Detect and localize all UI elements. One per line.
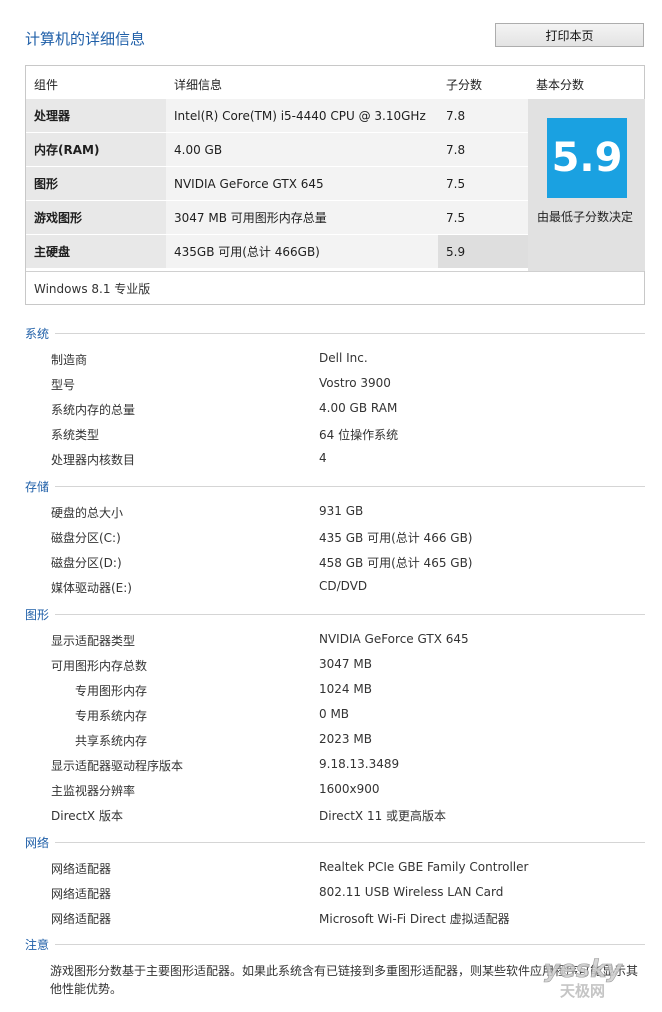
section-network: 网络 xyxy=(25,834,645,851)
prop-label: 磁盘分区(C:) xyxy=(51,531,121,545)
prop-label: 显示适配器驱动程序版本 xyxy=(51,759,184,773)
prop-label: 网络适配器 xyxy=(51,912,112,926)
table-row: 内存(RAM) 4.00 GB 7.8 xyxy=(26,133,554,166)
prop-value: Realtek PCIe GBE Family Controller xyxy=(319,860,529,874)
base-score-panel: 5.9 由最低子分数决定 xyxy=(528,99,645,271)
prop-value: 3047 MB xyxy=(319,657,372,671)
divider xyxy=(25,486,645,487)
divider xyxy=(25,944,645,945)
col-header-subscore: 子分数 xyxy=(446,78,483,92)
prop-value: 802.11 USB Wireless LAN Card xyxy=(319,885,504,899)
prop-label: 系统类型 xyxy=(51,428,100,442)
score-table: 组件 详细信息 子分数 基本分数 处理器 Intel(R) Core(TM) i… xyxy=(25,65,645,305)
prop-value: 931 GB xyxy=(319,504,364,518)
component-details: NVIDIA GeForce GTX 645 xyxy=(166,167,438,200)
col-header-basescore: 基本分数 xyxy=(536,78,585,92)
prop-value: 64 位操作系统 xyxy=(319,428,399,442)
component-details: 3047 MB 可用图形内存总量 xyxy=(166,201,438,234)
prop-value: 435 GB 可用(总计 466 GB) xyxy=(319,531,473,545)
divider xyxy=(25,333,645,334)
prop-value: DirectX 11 或更高版本 xyxy=(319,809,447,823)
table-row: 主硬盘 435GB 可用(总计 466GB) 5.9 xyxy=(26,235,554,268)
prop-label: 专用图形内存 xyxy=(75,684,148,698)
base-score-tile: 5.9 xyxy=(547,118,627,198)
prop-label: 系统内存的总量 xyxy=(51,403,136,417)
divider xyxy=(25,842,645,843)
prop-value: 0 MB xyxy=(319,707,350,721)
section-graphics: 图形 xyxy=(25,606,645,623)
section-system: 系统 xyxy=(25,325,645,342)
prop-label: 主监视器分辨率 xyxy=(51,784,136,798)
prop-value: 9.18.13.3489 xyxy=(319,757,400,771)
component-details: 4.00 GB xyxy=(166,133,438,166)
yesky-watermark-logo: yesky 天极网 xyxy=(544,955,624,999)
prop-value: Microsoft Wi-Fi Direct 虚拟适配器 xyxy=(319,912,510,926)
component-details: 435GB 可用(总计 466GB) xyxy=(166,235,438,268)
prop-label: 制造商 xyxy=(51,353,88,367)
prop-value: 458 GB 可用(总计 465 GB) xyxy=(319,556,473,570)
col-header-details: 详细信息 xyxy=(174,78,223,92)
svg-text:天极网: 天极网 xyxy=(560,982,605,999)
divider xyxy=(25,614,645,615)
prop-label: 型号 xyxy=(51,378,76,392)
section-title: 图形 xyxy=(25,606,56,623)
prop-label: 网络适配器 xyxy=(51,862,112,876)
svg-text:yesky: yesky xyxy=(544,955,623,983)
component-name: 处理器 xyxy=(26,99,166,132)
print-page-button[interactable]: 打印本页 xyxy=(495,23,644,47)
section-title: 系统 xyxy=(25,325,56,342)
prop-value: 1600x900 xyxy=(319,782,380,796)
component-name: 图形 xyxy=(26,167,166,200)
prop-label: 媒体驱动器(E:) xyxy=(51,581,132,595)
section-title: 注意 xyxy=(25,936,56,953)
component-name: 游戏图形 xyxy=(26,201,166,234)
section-notes: 注意 xyxy=(25,936,645,953)
section-title: 存储 xyxy=(25,478,56,495)
prop-value: Vostro 3900 xyxy=(319,376,391,390)
prop-label: 专用系统内存 xyxy=(75,709,148,723)
prop-label: DirectX 版本 xyxy=(51,809,123,823)
base-score-label: 由最低子分数决定 xyxy=(537,210,634,224)
prop-label: 共享系统内存 xyxy=(75,734,148,748)
prop-label: 显示适配器类型 xyxy=(51,634,136,648)
prop-label: 处理器内核数目 xyxy=(51,453,136,467)
component-name: 主硬盘 xyxy=(26,235,166,268)
divider xyxy=(26,271,644,272)
prop-label: 硬盘的总大小 xyxy=(51,506,124,520)
table-row: 游戏图形 3047 MB 可用图形内存总量 7.5 xyxy=(26,201,554,234)
component-details: Intel(R) Core(TM) i5-4440 CPU @ 3.10GHz xyxy=(166,99,438,132)
section-title: 网络 xyxy=(25,834,56,851)
col-header-component: 组件 xyxy=(34,78,59,92)
prop-value: 4.00 GB RAM xyxy=(319,401,398,415)
prop-value: NVIDIA GeForce GTX 645 xyxy=(319,632,469,646)
prop-value: 2023 MB xyxy=(319,732,372,746)
prop-value: 4 xyxy=(319,451,327,465)
prop-value: 1024 MB xyxy=(319,682,372,696)
prop-label: 可用图形内存总数 xyxy=(51,659,148,673)
table-row: 处理器 Intel(R) Core(TM) i5-4440 CPU @ 3.10… xyxy=(26,99,554,132)
prop-value: Dell Inc. xyxy=(319,351,368,365)
prop-label: 磁盘分区(D:) xyxy=(51,556,122,570)
windows-edition: Windows 8.1 专业版 xyxy=(34,282,151,296)
page-title: 计算机的详细信息 xyxy=(25,30,146,48)
table-row: 图形 NVIDIA GeForce GTX 645 7.5 xyxy=(26,167,554,200)
component-name: 内存(RAM) xyxy=(26,133,166,166)
prop-value: CD/DVD xyxy=(319,579,368,593)
section-storage: 存储 xyxy=(25,478,645,495)
prop-label: 网络适配器 xyxy=(51,887,112,901)
